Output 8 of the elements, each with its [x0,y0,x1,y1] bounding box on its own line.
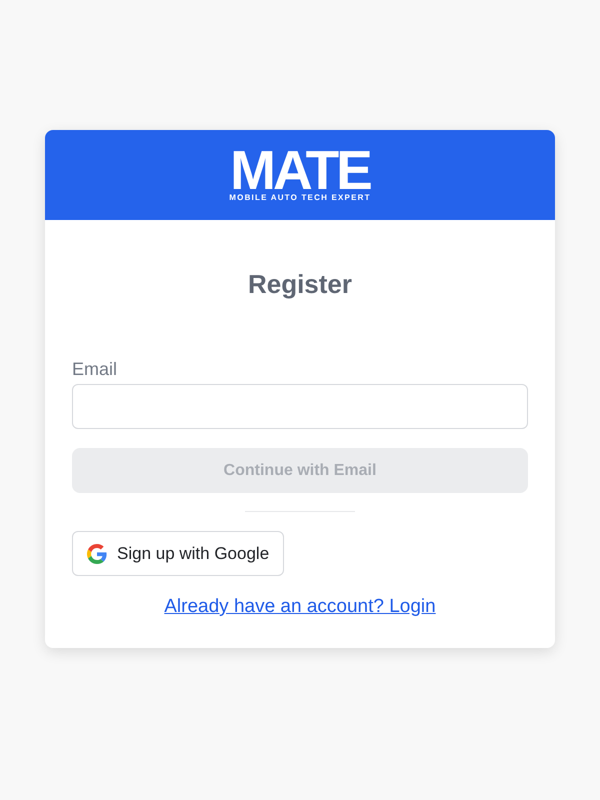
logo-wordmark: MATE [230,148,370,192]
login-link[interactable]: Already have an account? Login [164,594,436,620]
logo-tagline: MOBILE AUTO TECH EXPERT [229,194,371,202]
email-label: Email [72,358,118,380]
email-input[interactable] [72,384,528,429]
page-title: Register [248,268,352,300]
google-signup-button[interactable]: Sign up with Google [72,531,284,576]
google-g-icon [87,544,107,564]
